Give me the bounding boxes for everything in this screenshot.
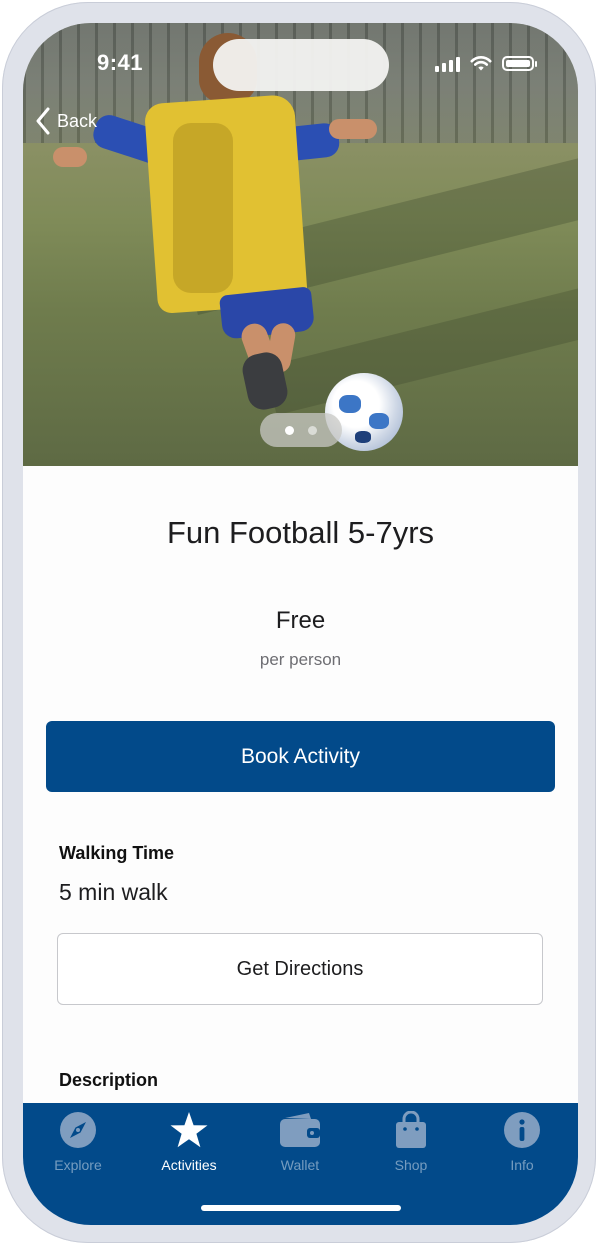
phone-frame: 9:41 Back Fun Football 5-7yrs Free per p… — [2, 2, 596, 1243]
photo-child-hand — [53, 147, 87, 167]
photo-child-shorts — [218, 286, 316, 340]
shopping-bag-icon — [396, 1111, 426, 1148]
tab-info[interactable]: Info — [472, 1111, 572, 1173]
tab-wallet[interactable]: Wallet — [250, 1111, 350, 1173]
activity-title: Fun Football 5-7yrs — [166, 515, 435, 550]
wifi-icon — [470, 56, 492, 71]
book-activity-button[interactable]: Book Activity — [46, 721, 555, 792]
get-directions-button[interactable]: Get Directions — [57, 933, 543, 1005]
tab-shop[interactable]: Shop — [361, 1111, 461, 1173]
back-button[interactable]: Back — [35, 107, 97, 135]
photo-child-hand — [329, 119, 377, 139]
tab-info-label: Info — [510, 1157, 534, 1173]
dynamic-island — [213, 39, 389, 91]
cellular-signal-icon — [435, 56, 460, 72]
price-unit: per person — [259, 650, 342, 669]
compass-icon — [60, 1112, 96, 1148]
status-bar-time: 9:41 — [97, 50, 144, 75]
status-bar-icons — [435, 55, 537, 72]
back-button-label: Back — [57, 110, 98, 131]
tab-explore[interactable]: Explore — [28, 1111, 128, 1173]
chevron-left-icon — [36, 107, 50, 135]
star-icon — [170, 1112, 208, 1148]
photo-pager[interactable] — [260, 413, 342, 447]
tab-shop-label: Shop — [394, 1157, 428, 1173]
description-heading: Description — [59, 1070, 159, 1090]
pager-dot[interactable] — [308, 425, 317, 435]
activity-photo: 9:41 Back — [23, 23, 578, 466]
walking-time-value: 5 min walk — [59, 879, 168, 905]
tab-activities[interactable]: Activities — [139, 1111, 239, 1173]
tab-explore-label: Explore — [54, 1157, 102, 1173]
wallet-icon — [280, 1113, 320, 1147]
photo-bib-shading — [173, 123, 233, 293]
tab-wallet-label: Wallet — [280, 1157, 320, 1173]
app-screen: 9:41 Back Fun Football 5-7yrs Free per p… — [23, 23, 578, 1225]
pager-dot-active[interactable] — [285, 425, 294, 435]
battery-icon — [502, 56, 537, 71]
walking-time-heading: Walking Time — [59, 843, 175, 863]
info-icon — [504, 1112, 540, 1148]
home-indicator — [201, 1205, 401, 1211]
activity-price: Free — [275, 607, 326, 634]
tab-activities-label: Activities — [161, 1157, 217, 1173]
